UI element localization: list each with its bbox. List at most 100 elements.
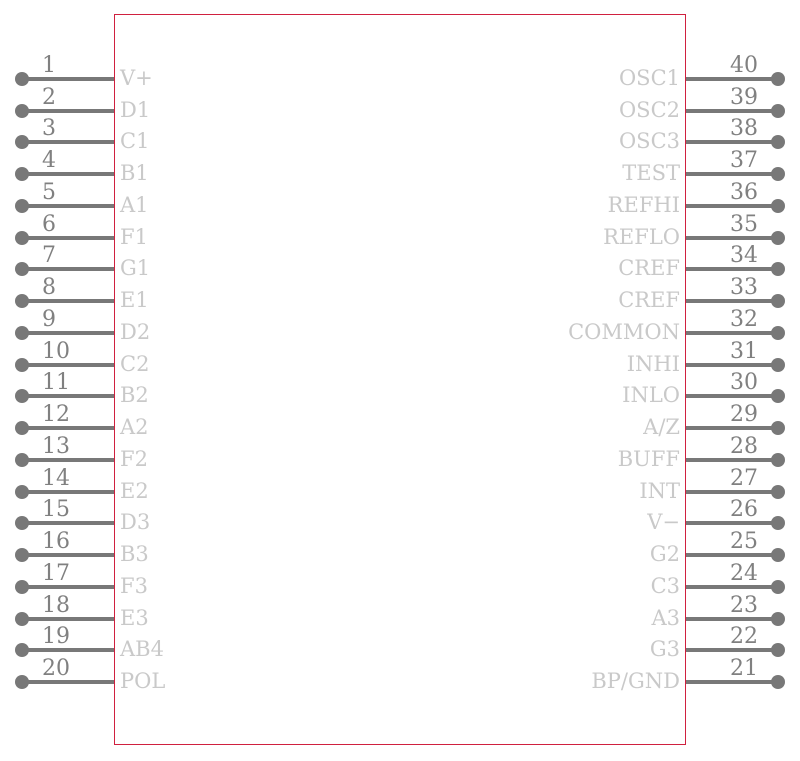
pin-name: CREF — [618, 288, 680, 313]
pin-name: TEST — [622, 161, 680, 186]
pin-terminal-dot[interactable] — [15, 72, 29, 86]
pin-terminal-dot[interactable] — [771, 516, 785, 531]
pin-name: A3 — [651, 605, 680, 630]
pin-terminal-dot[interactable] — [771, 72, 785, 86]
pin-terminal-dot[interactable] — [15, 230, 29, 245]
pin-number: 11 — [42, 370, 70, 396]
pin-terminal-dot[interactable] — [771, 643, 785, 658]
pin-wire — [22, 140, 114, 145]
pin-number: 7 — [42, 243, 56, 269]
pin-number: 15 — [42, 497, 70, 523]
pin-terminal-dot[interactable] — [15, 611, 29, 626]
pin-terminal-dot[interactable] — [15, 262, 29, 277]
pin-terminal-dot[interactable] — [771, 198, 785, 213]
pin-name: D2 — [120, 319, 151, 344]
pin-terminal-dot[interactable] — [771, 484, 785, 499]
pin-terminal-dot[interactable] — [771, 262, 785, 277]
pin-terminal-dot[interactable] — [771, 421, 785, 436]
pin-wire — [22, 203, 114, 208]
pin-terminal-dot[interactable] — [771, 294, 785, 309]
pin-number: 30 — [730, 370, 758, 396]
pin-name: B2 — [120, 383, 149, 408]
pin-terminal-dot[interactable] — [15, 452, 29, 467]
pin-name: INT — [639, 478, 680, 503]
pin-name: B3 — [120, 542, 149, 567]
pin-terminal-dot[interactable] — [15, 135, 29, 150]
pin-number: 19 — [42, 624, 70, 650]
pin-terminal-dot[interactable] — [771, 675, 785, 690]
pin-terminal-dot[interactable] — [15, 294, 29, 309]
pin-number: 34 — [730, 243, 758, 269]
pin-name: V+ — [120, 66, 153, 90]
pin-name: OSC2 — [618, 97, 680, 122]
pin-terminal-dot[interactable] — [771, 230, 785, 245]
pin-name: D3 — [120, 510, 151, 535]
pin-number: 25 — [730, 529, 758, 555]
pin-terminal-dot[interactable] — [771, 135, 785, 150]
pin-number: 10 — [42, 338, 70, 364]
pin-name: E1 — [120, 288, 149, 313]
pin-number: 26 — [730, 497, 758, 523]
pin-name: C3 — [650, 573, 680, 598]
pin-terminal-dot[interactable] — [15, 389, 29, 404]
pin-number: 28 — [730, 433, 758, 459]
pin-terminal-dot[interactable] — [771, 389, 785, 404]
pin-number: 1 — [42, 53, 56, 78]
pin-number: 36 — [730, 179, 758, 205]
pin-terminal-dot[interactable] — [15, 357, 29, 372]
pin-terminal-dot[interactable] — [15, 103, 29, 118]
pin-name: G2 — [649, 542, 680, 567]
pin-terminal-dot[interactable] — [15, 325, 29, 340]
pin-number: 2 — [42, 84, 56, 110]
pin-wire — [22, 267, 114, 272]
pin-name: C2 — [120, 351, 150, 376]
pin-number: 4 — [42, 148, 56, 174]
pin-terminal-dot[interactable] — [771, 357, 785, 372]
pin-name: V− — [647, 510, 680, 535]
pin-number: 38 — [730, 116, 758, 142]
pin-number: 27 — [730, 465, 758, 491]
pin-number: 31 — [730, 338, 758, 364]
ic-pinout-diagram: 1 V+ 2 D1 3 C1 4 B1 5 A1 6 F1 7 G1 8 E1 9 D2 10 C2 11 B2 12 A2 1… — [0, 0, 800, 761]
pin-terminal-dot[interactable] — [15, 198, 29, 213]
pin-name: REFHI — [607, 192, 680, 217]
pin-wire — [22, 108, 114, 113]
pin-wire — [686, 140, 778, 145]
pin-terminal-dot[interactable] — [15, 548, 29, 563]
pin-name: E2 — [120, 478, 149, 503]
pin-terminal-dot[interactable] — [771, 167, 785, 182]
pin-name: COMMON — [568, 319, 680, 344]
pin-name: OSC3 — [618, 129, 680, 154]
pin-name: A1 — [120, 192, 149, 217]
pin-name: BP/GND — [591, 669, 680, 694]
pin-number: 29 — [730, 402, 758, 428]
pin-number: 13 — [42, 433, 70, 459]
pin-wire — [22, 235, 114, 240]
pin-terminal-dot[interactable] — [15, 579, 29, 594]
pin-number: 21 — [730, 656, 758, 682]
pin-terminal-dot[interactable] — [771, 325, 785, 340]
pin-terminal-dot[interactable] — [15, 675, 29, 690]
pin-terminal-dot[interactable] — [15, 484, 29, 499]
pin-terminal-dot[interactable] — [15, 643, 29, 658]
pin-number: 32 — [730, 306, 758, 332]
pin-terminal-dot[interactable] — [771, 103, 785, 118]
pin-terminal-dot[interactable] — [15, 516, 29, 531]
pin-name: C1 — [120, 129, 150, 154]
pin-terminal-dot[interactable] — [771, 548, 785, 563]
pin-terminal-dot[interactable] — [15, 167, 29, 182]
pin-number: 37 — [730, 148, 758, 174]
pin-name: F1 — [120, 224, 148, 249]
pin-terminal-dot[interactable] — [771, 611, 785, 626]
pin-number: 24 — [730, 560, 758, 586]
pin-name: A/Z — [643, 415, 680, 440]
pin-number: 5 — [42, 179, 56, 205]
pin-number: 8 — [42, 275, 56, 301]
pin-number: 22 — [730, 624, 758, 650]
pin-terminal-dot[interactable] — [771, 452, 785, 467]
pin-terminal-dot[interactable] — [771, 579, 785, 594]
pin-number: 16 — [42, 529, 70, 555]
pin-terminal-dot[interactable] — [15, 421, 29, 436]
pin-number: 40 — [730, 53, 758, 78]
pin-wire — [22, 77, 114, 81]
